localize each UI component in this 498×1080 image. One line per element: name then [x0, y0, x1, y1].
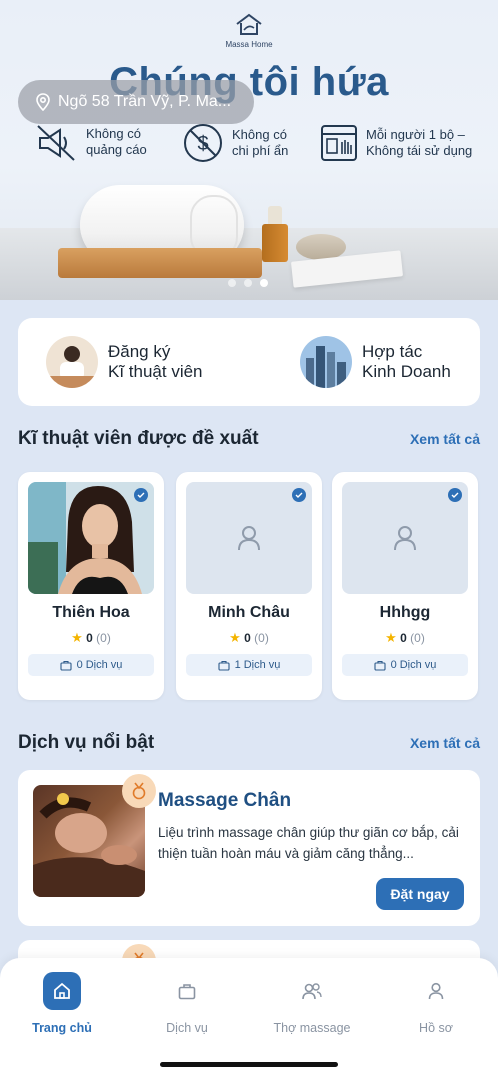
users-icon	[293, 972, 331, 1010]
promise-single-use: Mỗi người 1 bộ – Không tái sử dụng	[320, 122, 472, 164]
service-name: Massage Chân	[158, 790, 292, 811]
single-use-kit-icon	[321, 125, 357, 161]
technician-services-count: 0 Dịch vụ	[28, 654, 154, 676]
nav-item-home[interactable]: Trang chủ	[12, 972, 112, 1035]
register-technician-button[interactable]: Đăng ký Kĩ thuật viên	[46, 336, 203, 388]
location-pin-icon	[36, 93, 50, 111]
technician-services-count: 0 Dịch vụ	[342, 654, 468, 676]
briefcase-icon	[374, 660, 386, 671]
promise-single-use-line1: Mỗi người 1 bộ –	[366, 127, 465, 142]
verified-badge-icon	[292, 488, 306, 502]
star-icon: ★	[229, 630, 241, 645]
brand-logo: Massa Home	[224, 12, 274, 49]
featured-badge	[122, 774, 156, 808]
star-icon: ★	[385, 630, 397, 645]
technician-avatar	[46, 336, 98, 388]
location-text: Ngõ 58 Trần Vỹ, P. Ma...	[58, 93, 232, 110]
promise-no-ads-line2: quảng cáo	[86, 142, 147, 157]
hero-banner[interactable]: Massa Home Chúng tôi hứa Ngõ 58 Trần Vỹ,…	[0, 0, 498, 300]
register-technician-line1: Đăng ký	[108, 342, 171, 361]
briefcase-icon	[168, 972, 206, 1010]
no-ads-icon	[37, 125, 75, 161]
carousel-dot-active[interactable]	[260, 279, 268, 287]
technician-rating: ★ 0 (0)	[71, 630, 111, 645]
house-hand-icon	[236, 13, 262, 35]
user-icon	[417, 972, 455, 1010]
nav-label-therapists: Thợ massage	[273, 1021, 351, 1035]
technician-card[interactable]: Hhhgg ★ 0 (0) 0 Dịch vụ	[332, 472, 478, 700]
services-section-title: Dịch vụ nổi bật	[18, 732, 155, 753]
technician-photo	[28, 482, 154, 594]
technicians-see-all-link[interactable]: Xem tất cả	[410, 431, 480, 447]
nav-item-therapists[interactable]: Thợ massage	[262, 972, 362, 1035]
nav-label-services: Dịch vụ	[166, 1021, 208, 1035]
city-avatar	[300, 336, 352, 388]
promise-no-ads: Không có quảng cáo	[34, 122, 147, 162]
business-partner-line1: Hợp tác	[362, 342, 423, 361]
carousel-dot[interactable]	[244, 279, 252, 287]
location-selector[interactable]: Ngõ 58 Trần Vỹ, P. Ma...	[18, 80, 254, 124]
technician-photo-placeholder	[186, 482, 312, 594]
service-description: Liệu trình massage chân giúp thư giãn cơ…	[158, 825, 459, 861]
nav-label-profile: Hồ sơ	[419, 1021, 453, 1035]
promise-no-hidden-fee-line1: Không có	[232, 127, 287, 142]
verified-badge-icon	[134, 488, 148, 502]
technician-name: Hhhgg	[379, 604, 431, 621]
nav-item-profile[interactable]: Hồ sơ	[386, 972, 486, 1035]
register-technician-line2: Kĩ thuật viên	[108, 362, 203, 381]
wooden-tray-image	[58, 248, 262, 278]
no-hidden-fee-icon: $	[184, 124, 222, 162]
carousel-indicator	[228, 279, 268, 287]
briefcase-icon	[218, 660, 230, 671]
medal-icon	[132, 782, 146, 800]
featured-service-card[interactable]: Massage Chân Liệu trình massage chân giú…	[18, 770, 480, 926]
promise-no-ads-line1: Không có	[86, 126, 141, 141]
technician-rating: ★ 0 (0)	[385, 630, 425, 645]
technician-services-count: 1 Dịch vụ	[186, 654, 312, 676]
verified-badge-icon	[448, 488, 462, 502]
book-now-button[interactable]: Đặt ngay	[376, 878, 464, 910]
promise-no-hidden-fee-line2: chi phí ẩn	[232, 143, 289, 158]
technician-name: Minh Châu	[208, 604, 290, 621]
promise-single-use-line2: Không tái sử dụng	[366, 143, 473, 158]
user-placeholder-icon	[394, 526, 416, 551]
home-indicator	[160, 1062, 338, 1067]
technician-card[interactable]: Thiên Hoa ★ 0 (0) 0 Dịch vụ	[18, 472, 164, 700]
promise-no-hidden-fee: $ Không cóchi phí ẩn	[182, 122, 288, 164]
technician-photo-placeholder	[342, 482, 468, 594]
register-partner-card: Đăng ký Kĩ thuật viên Hợp tác Kinh Doanh	[18, 318, 480, 406]
oil-bottle-image	[262, 206, 288, 262]
business-partner-button[interactable]: Hợp tác Kinh Doanh	[300, 336, 451, 388]
star-icon: ★	[71, 630, 83, 645]
nav-item-services[interactable]: Dịch vụ	[137, 972, 237, 1035]
business-partner-line2: Kinh Doanh	[362, 362, 451, 381]
services-see-all-link[interactable]: Xem tất cả	[410, 735, 480, 751]
briefcase-icon	[60, 660, 72, 671]
user-placeholder-icon	[238, 526, 260, 551]
technician-name: Thiên Hoa	[52, 604, 130, 621]
nav-label-home: Trang chủ	[32, 1021, 92, 1035]
technician-rating: ★ 0 (0)	[229, 630, 269, 645]
carousel-dot[interactable]	[228, 279, 236, 287]
technicians-section-title: Kĩ thuật viên được đề xuất	[18, 428, 259, 449]
brand-logo-text: Massa Home	[225, 40, 273, 49]
technician-card[interactable]: Minh Châu ★ 0 (0) 1 Dịch vụ	[176, 472, 322, 700]
home-icon	[43, 972, 81, 1010]
